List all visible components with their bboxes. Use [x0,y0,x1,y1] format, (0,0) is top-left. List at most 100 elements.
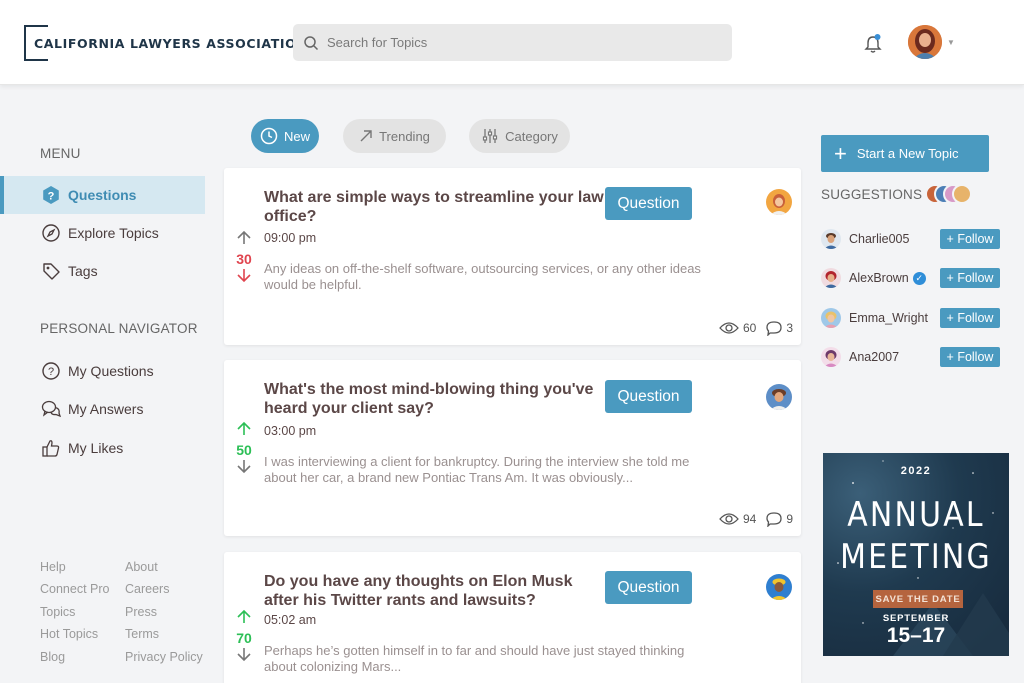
sidebar-item-label: Questions [68,187,137,203]
suggestions-avatar-stack [925,184,972,206]
view-count: 94 [742,512,757,526]
post-card[interactable]: What's the most mind-blowing thing you'v… [224,360,801,536]
post-excerpt: Perhaps he’s gotten himself in to far an… [264,643,685,674]
footer-link-hot-topics[interactable]: Hot Topics [40,627,98,641]
sidebar-item-explore-topics[interactable]: Explore Topics [0,214,205,252]
user-avatar-small[interactable] [821,347,841,367]
post-stats: 94 9 [719,511,793,527]
footer-link-careers[interactable]: Careers [125,582,169,596]
comment-count: 3 [786,321,793,335]
user-avatar-small[interactable] [821,229,841,249]
left-sidebar: MENU ? Questions Explore Topics Tags PER… [0,86,210,683]
post-title[interactable]: What's the most mind-blowing thing you'v… [264,380,604,418]
downvote-arrow-icon[interactable] [236,458,252,474]
filter-label: Category [505,128,558,144]
author-avatar[interactable] [766,574,792,600]
verified-badge-icon: ✓ [912,271,926,285]
footer-link-connect-pro[interactable]: Connect Pro [40,582,109,596]
footer-link-about[interactable]: About [125,560,158,574]
filter-category[interactable]: Category [469,119,570,153]
search-input[interactable] [327,35,707,50]
thumbs-up-icon [41,438,61,458]
comment-icon[interactable] [766,511,782,527]
follow-button[interactable]: + Follow [940,268,1000,288]
search-bar[interactable] [293,24,732,61]
user-avatar-small[interactable] [821,308,841,328]
eye-icon [719,322,739,334]
vote-count: 30 [236,251,252,267]
footer-link-privacy-policy[interactable]: Privacy Policy [125,650,203,664]
vote-count: 50 [236,442,252,458]
bell-icon[interactable] [863,33,883,55]
suggestions-heading: SUGGESTIONS [821,187,923,202]
footer-link-terms[interactable]: Terms [125,627,159,641]
post-time: 05:02 am [264,613,317,627]
question-icon: ? [41,361,61,381]
search-icon [304,35,319,50]
suggested-user: Ana2007 + Follow [821,346,1001,368]
downvote-arrow-icon[interactable] [236,267,252,283]
chevron-down-icon[interactable]: ▼ [947,38,955,47]
vote-control: 50 [234,421,254,479]
logo[interactable]: CALIFORNIA LAWYERS ASSOCIATION [24,25,307,61]
suggested-user: AlexBrown ✓ + Follow [821,267,1001,289]
author-avatar[interactable] [766,189,792,215]
top-header: CALIFORNIA LAWYERS ASSOCIATION ▼ [0,0,1024,85]
post-card[interactable]: What are simple ways to streamline your … [224,168,801,345]
post-excerpt: Any ideas on off-the-shelf software, out… [264,261,701,292]
username[interactable]: AlexBrown [849,271,909,285]
avatar-image [908,25,942,59]
user-avatar[interactable] [908,25,942,59]
post-title[interactable]: Do you have any thoughts on Elon Musk af… [264,572,604,610]
clock-icon [260,127,278,145]
post-card[interactable]: Do you have any thoughts on Elon Musk af… [224,552,801,683]
filter-label: New [283,128,310,144]
sidebar-item-my-likes[interactable]: My Likes [0,429,205,467]
stack-avatar [952,184,972,204]
username[interactable]: Charlie005 [849,232,909,246]
filter-label: Trending [379,128,430,144]
follow-button[interactable]: + Follow [940,229,1000,249]
compass-icon [41,223,61,243]
follow-button[interactable]: + Follow [940,308,1000,328]
ad-headline-2: MEETING [840,537,992,577]
menu-heading: MENU [40,146,81,161]
follow-button[interactable]: + Follow [940,347,1000,367]
post-title[interactable]: What are simple ways to streamline your … [264,188,604,226]
downvote-arrow-icon[interactable] [236,646,252,662]
sidebar-item-tags[interactable]: Tags [0,252,205,290]
svg-text:?: ? [48,366,54,378]
username[interactable]: Ana2007 [849,350,899,364]
ad-month: SEPTEMBER [882,613,950,624]
sidebar-item-my-answers[interactable]: My Answers [0,390,205,428]
sidebar-item-label: Explore Topics [68,225,159,241]
svg-text:?: ? [48,191,55,203]
suggested-user: Emma_Wright + Follow [821,307,1001,329]
sidebar-item-questions[interactable]: ? Questions [0,176,205,214]
annual-meeting-ad[interactable]: 2022 ANNUAL MEETING SAVE THE DATE SEPTEM… [823,453,1009,656]
footer-link-press[interactable]: Press [125,605,157,619]
eye-icon [719,513,739,525]
ad-dates: 15–17 [886,624,946,647]
comment-icon[interactable] [766,320,782,336]
sliders-icon [483,129,498,143]
question-badge: Question [605,380,692,413]
footer-link-blog[interactable]: Blog [40,650,65,664]
sidebar-item-my-questions[interactable]: ? My Questions [0,352,205,390]
trending-arrow-icon [360,130,372,142]
sidebar-item-label: My Questions [68,363,154,379]
start-new-topic-button[interactable]: + Start a New Topic [821,135,989,172]
user-avatar-small[interactable] [821,268,841,288]
question-badge: Question [605,571,692,604]
footer-link-topics[interactable]: Topics [40,605,75,619]
upvote-arrow-icon[interactable] [236,609,252,625]
filter-new[interactable]: New [251,119,319,153]
suggested-user: Charlie005 + Follow [821,228,1001,250]
upvote-arrow-icon[interactable] [236,421,252,437]
username[interactable]: Emma_Wright [849,311,928,325]
filter-trending[interactable]: Trending [343,119,446,153]
footer-link-help[interactable]: Help [40,560,66,574]
save-the-date-label: SAVE THE DATE [873,590,963,608]
author-avatar[interactable] [766,384,792,410]
upvote-arrow-icon[interactable] [236,230,252,246]
